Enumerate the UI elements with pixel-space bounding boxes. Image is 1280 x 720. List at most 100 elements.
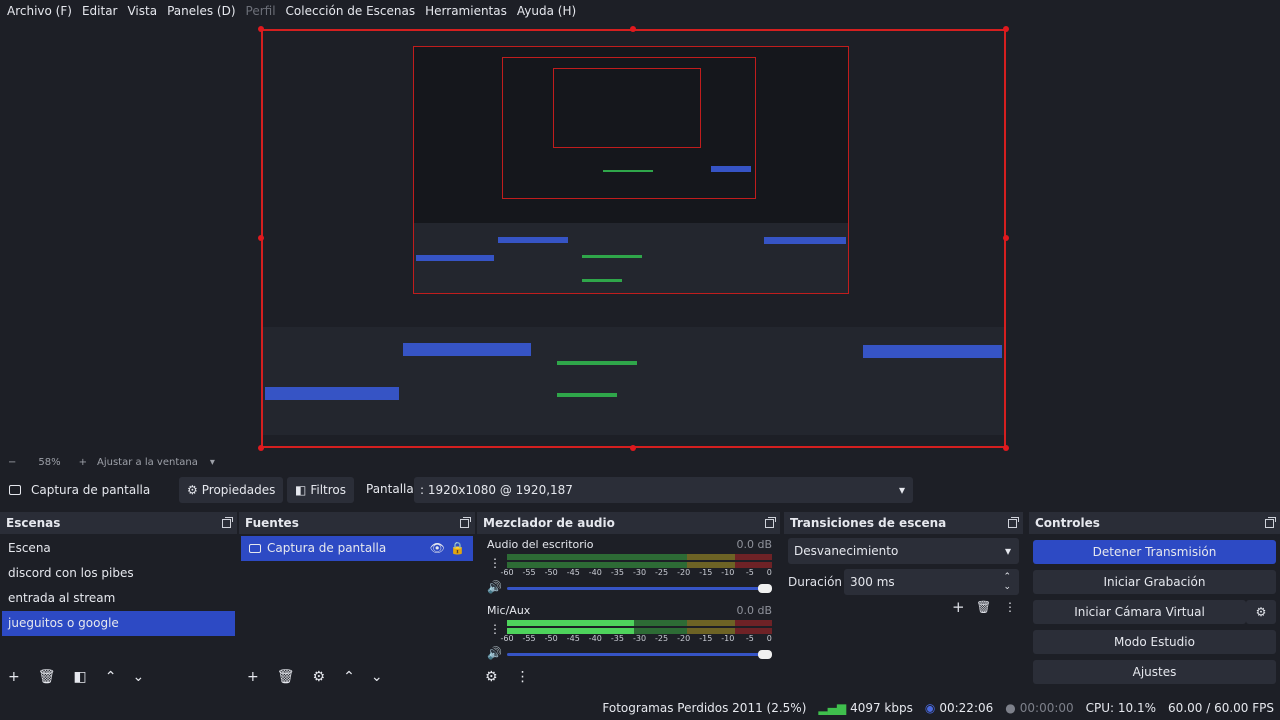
kebab-menu-icon[interactable]: ⋮: [1004, 600, 1016, 614]
menu-editar[interactable]: Editar: [77, 0, 123, 22]
menu-herramientas[interactable]: Herramientas: [420, 0, 512, 22]
mixer-footer: ⚙ ⋮: [477, 664, 780, 690]
stop-stream-button[interactable]: Detener Transmisión: [1033, 540, 1276, 564]
transform-handle-top[interactable]: [630, 26, 636, 32]
menu-vista[interactable]: Vista: [122, 0, 162, 22]
zoom-out-button[interactable]: −: [8, 457, 16, 468]
add-icon[interactable]: +: [8, 669, 20, 685]
gear-icon: ⚙: [187, 483, 198, 497]
spin-arrows-icon[interactable]: ⌃ ⌄: [1003, 572, 1011, 592]
volume-slider[interactable]: [507, 584, 772, 593]
dropped-frames: Fotogramas Perdidos 2011 (2.5%): [602, 701, 807, 715]
arrow-down-icon[interactable]: ⌄: [371, 669, 383, 685]
menu-paneles[interactable]: Paneles (D): [162, 0, 240, 22]
source-item[interactable]: Captura de pantalla 👁 🔒: [241, 536, 473, 561]
stream-time-value: 00:22:06: [939, 701, 994, 715]
scene-item[interactable]: discord con los pibes: [2, 561, 235, 586]
nested-meter-a: [557, 361, 637, 365]
transitions-dock: Transiciones de escena Desvanecimiento ▾…: [784, 512, 1023, 690]
preview-canvas[interactable]: [261, 29, 1006, 448]
transform-handle-bottom-left[interactable]: [258, 445, 264, 451]
transform-handle-top-right[interactable]: [1003, 26, 1009, 32]
nested-scene-row-selected: [265, 387, 399, 400]
eye-icon[interactable]: 👁: [430, 536, 445, 561]
advanced-audio-icon[interactable]: ⚙: [485, 669, 498, 685]
scene-item[interactable]: Escena: [2, 536, 235, 561]
transform-handle-bottom-right[interactable]: [1003, 445, 1009, 451]
sources-dock: Fuentes Captura de pantalla 👁 🔒 + 🗑 ⚙ ⌃ …: [239, 512, 475, 690]
gear-icon[interactable]: ⚙: [313, 669, 326, 685]
add-icon[interactable]: +: [247, 669, 259, 685]
scene-item[interactable]: entrada al stream: [2, 586, 235, 611]
cpu-usage: CPU: 10.1%: [1085, 701, 1157, 715]
bitrate-status: ▂▄▆ 4097 kbps: [818, 701, 912, 715]
transform-handle-bottom[interactable]: [630, 445, 636, 451]
trash-icon[interactable]: 🗑: [38, 669, 56, 685]
menu-coleccion-escenas[interactable]: Colección de Escenas: [281, 0, 421, 22]
nested-menu-bar: [263, 31, 1004, 45]
transition-select[interactable]: Desvanecimiento ▾: [788, 538, 1019, 564]
channel-db: 0.0 dB: [736, 538, 772, 551]
sources-dock-title: Fuentes: [239, 512, 475, 534]
kebab-menu-icon[interactable]: ⋮: [489, 622, 501, 636]
transform-handle-top-left[interactable]: [258, 26, 264, 32]
undock-icon[interactable]: [1265, 516, 1276, 528]
undock-icon[interactable]: [460, 516, 471, 528]
settings-button[interactable]: Ajustes: [1033, 660, 1276, 684]
speaker-icon[interactable]: 🔊: [487, 580, 502, 594]
start-virtual-camera-button[interactable]: Iniciar Cámara Virtual: [1033, 600, 1246, 624]
undock-icon[interactable]: [1008, 516, 1019, 528]
mixer-channel: Audio del escritorio 0.0 dB ⋮ -60 -55 -5…: [483, 538, 772, 598]
zoom-level: 58%: [38, 456, 61, 468]
signal-bars-icon: ▂▄▆: [818, 701, 847, 715]
properties-button[interactable]: ⚙ Propiedades: [179, 477, 284, 503]
menu-archivo[interactable]: Archivo (F): [2, 0, 77, 22]
zoom-in-button[interactable]: +: [79, 457, 87, 468]
trash-icon[interactable]: 🗑: [976, 600, 991, 614]
speaker-icon[interactable]: 🔊: [487, 646, 502, 660]
studio-mode-button[interactable]: Modo Estudio: [1033, 630, 1276, 654]
controls-dock-title: Controles: [1029, 512, 1280, 534]
nested-stop-button: [764, 237, 846, 244]
kebab-menu-icon[interactable]: ⋮: [489, 556, 501, 570]
virtual-camera-settings-button[interactable]: ⚙: [1246, 600, 1276, 624]
kebab-menu-icon[interactable]: ⋮: [516, 669, 530, 685]
mixer-body: Audio del escritorio 0.0 dB ⋮ -60 -55 -5…: [477, 534, 780, 690]
menu-perfil[interactable]: Perfil: [241, 0, 281, 22]
screen-select[interactable]: : 1920x1080 @ 1920,187 ▾: [414, 477, 913, 503]
sources-footer: + 🗑 ⚙ ⌃ ⌄: [239, 664, 475, 690]
start-recording-button[interactable]: Iniciar Grabación: [1033, 570, 1276, 594]
scene-item-selected[interactable]: jueguitos o google: [2, 611, 235, 636]
nested-meter-2: [582, 279, 622, 282]
screen-select-value: : 1920x1080 @ 1920,187: [420, 483, 573, 497]
volume-meter: [507, 620, 772, 626]
nested-stop-stream-button: [863, 345, 1002, 358]
duration-spinbox[interactable]: 300 ms ⌃ ⌄: [844, 569, 1019, 595]
volume-slider[interactable]: [507, 650, 772, 659]
zoom-fit-label[interactable]: Ajustar a la ventana: [97, 457, 198, 468]
arrow-down-icon[interactable]: ⌄: [132, 669, 144, 685]
properties-label: Propiedades: [201, 483, 276, 497]
filters-label: Filtros: [310, 483, 347, 497]
arrow-up-icon[interactable]: ⌃: [105, 669, 117, 685]
arrow-up-icon[interactable]: ⌃: [343, 669, 355, 685]
undock-icon[interactable]: [222, 516, 233, 528]
nested-meter-b: [557, 393, 617, 397]
add-icon[interactable]: +: [952, 598, 965, 616]
menu-ayuda[interactable]: Ayuda (H): [512, 0, 581, 22]
transform-handle-left[interactable]: [258, 235, 264, 241]
transform-handle-right[interactable]: [1003, 235, 1009, 241]
nested-preview-innermost: [553, 68, 701, 148]
lock-icon[interactable]: 🔒: [450, 536, 465, 561]
chevron-down-icon: ▾: [1004, 544, 1011, 558]
filters-button[interactable]: ◧ Filtros: [287, 477, 355, 503]
volume-slider-knob[interactable]: [758, 584, 772, 593]
mixer-dock-title: Mezclador de audio: [477, 512, 780, 534]
chevron-down-icon[interactable]: ▾: [210, 457, 215, 468]
trash-icon[interactable]: 🗑: [277, 669, 295, 685]
undock-icon[interactable]: [765, 516, 776, 528]
volume-slider-knob[interactable]: [758, 650, 772, 659]
filters-icon[interactable]: ◧: [74, 669, 87, 685]
preview-area[interactable]: [0, 22, 1280, 454]
stream-icon: ◉: [924, 701, 936, 715]
